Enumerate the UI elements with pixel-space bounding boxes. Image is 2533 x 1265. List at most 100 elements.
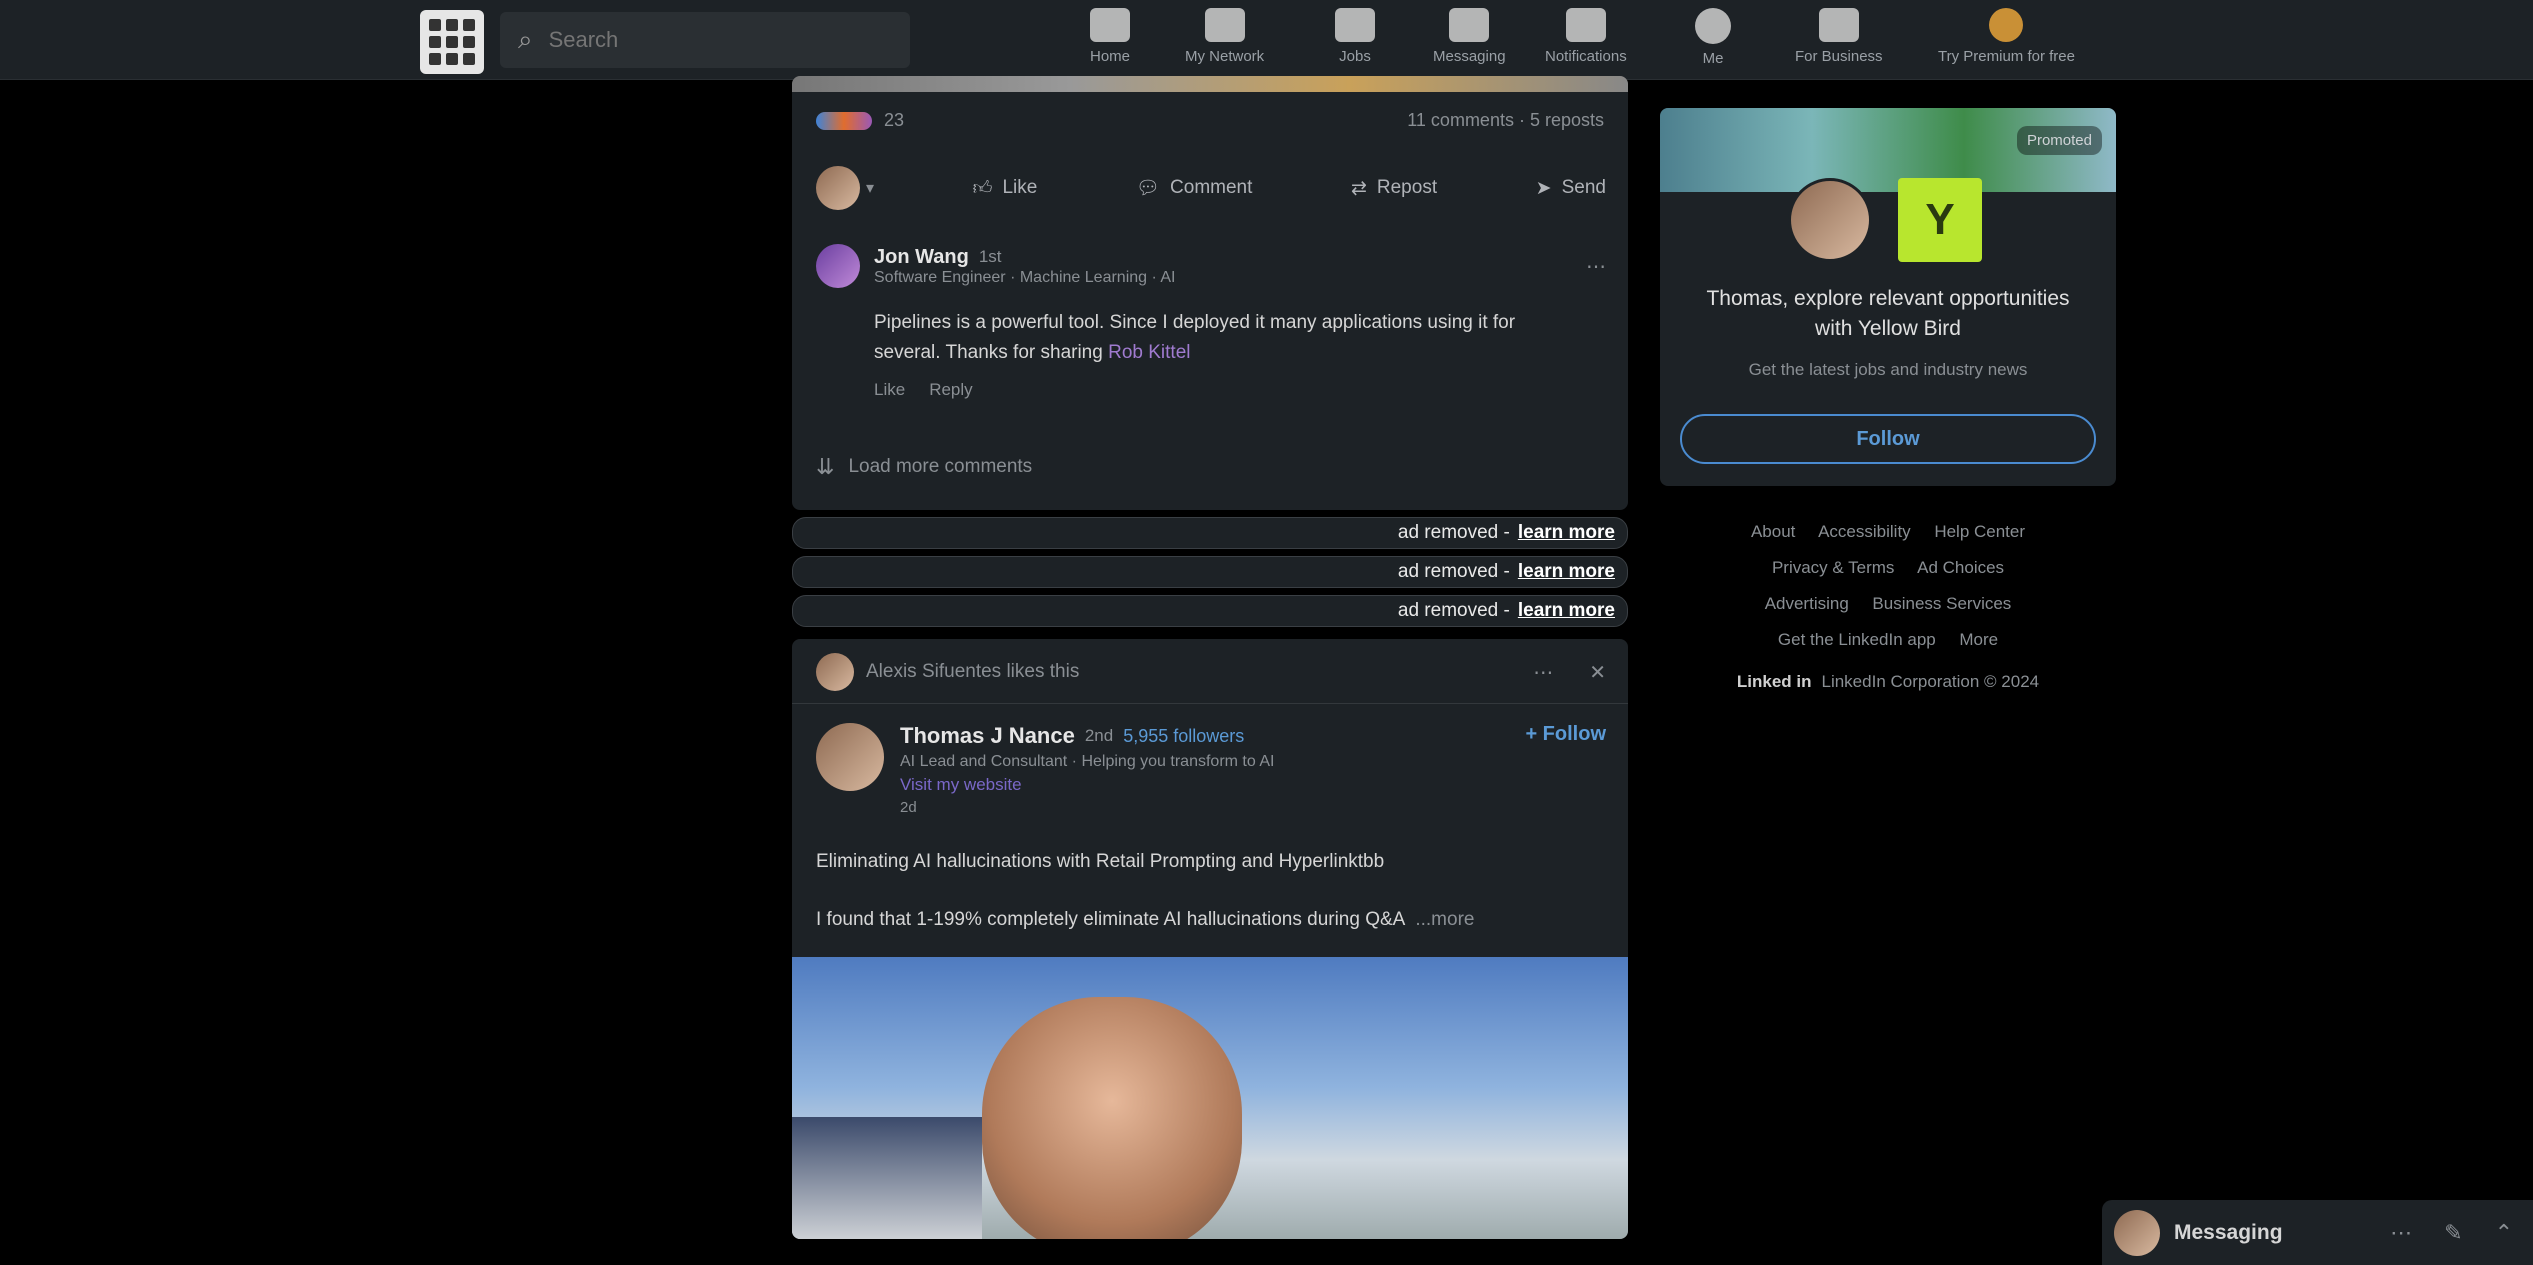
like-button[interactable]: 👍︎ Like: [973, 177, 1038, 200]
more-options-icon[interactable]: ⋯: [1533, 660, 1553, 685]
avatar[interactable]: [816, 723, 884, 791]
more-options-icon[interactable]: ⋯: [2390, 1220, 2412, 1246]
avatar: [816, 166, 860, 210]
avatar-icon: [1695, 8, 1731, 44]
top-nav-bar: ⌕ Home My Network Jobs Messaging Notific…: [0, 0, 2533, 80]
post-card: 23 11 comments · 5 reposts ▾ 👍︎ Like 💬︎ Co…: [792, 76, 1628, 510]
comment-button[interactable]: 💬︎ Comment: [1136, 176, 1252, 200]
post-card: Alexis Sifuentes likes this ⋯ ✕ Thomas J…: [792, 639, 1628, 1239]
comment-icon: 💬︎: [1135, 178, 1161, 199]
nav-notifications[interactable]: Notifications: [1545, 8, 1627, 72]
post-headline: AI Lead and Consultant · Helping you tra…: [900, 753, 1275, 770]
compose-icon[interactable]: ✎: [2444, 1220, 2462, 1246]
post-author[interactable]: Thomas J Nance: [900, 723, 1075, 749]
avatar: [1788, 178, 1872, 262]
person-photo: [982, 997, 1242, 1239]
ad-removed-banner: ad removed - learn more: [792, 595, 1628, 627]
post-text: Eliminating AI hallucinations with Retai…: [816, 851, 1385, 872]
briefcase-icon: [1335, 8, 1375, 42]
nav-me[interactable]: Me: [1695, 8, 1731, 72]
reactions-icon: [816, 111, 872, 130]
more-options-icon[interactable]: ⋯: [1586, 254, 1606, 279]
divider: [792, 703, 1628, 704]
promo-text: Thomas, explore relevant opportunities w…: [1706, 287, 2070, 340]
reaction-as-selector[interactable]: ▾: [816, 166, 874, 210]
footer-link-more[interactable]: More: [1959, 630, 1998, 649]
like-icon: 👍︎: [972, 177, 993, 199]
website-link[interactable]: Visit my website: [900, 775, 1274, 795]
nav-premium[interactable]: Try Premium for free: [1938, 8, 2075, 72]
send-icon: ➤: [1535, 177, 1552, 199]
comment-like-button[interactable]: Like: [874, 380, 905, 400]
ad-removed-banner: ad removed - learn more: [792, 556, 1628, 588]
right-sidebar: Promoted Y Thomas, explore relevant oppo…: [1660, 108, 2116, 692]
learn-more-link[interactable]: learn more: [1518, 600, 1615, 622]
repost-icon: ⇄: [1350, 177, 1367, 199]
nav-my-network[interactable]: My Network: [1185, 8, 1264, 72]
learn-more-link[interactable]: learn more: [1518, 561, 1615, 583]
repost-button[interactable]: ⇄ Repost: [1351, 177, 1437, 200]
learn-more-link[interactable]: learn more: [1518, 522, 1615, 544]
bell-icon: [1565, 8, 1606, 42]
nav-for-business[interactable]: For Business: [1795, 8, 1883, 72]
footer-links: About Accessibility Help Center Privacy …: [1660, 514, 2116, 658]
post-stats[interactable]: 11 comments · 5 reposts: [1407, 110, 1604, 131]
load-more-icon: ⇊: [816, 454, 835, 479]
followers-count[interactable]: 5,955 followers: [1123, 726, 1244, 747]
post-text: I found that 1-199% completely eliminate…: [816, 909, 1406, 930]
send-button[interactable]: ➤ Send: [1536, 177, 1606, 200]
footer-link-advertising[interactable]: Advertising: [1765, 594, 1849, 613]
post-time: 2d: [900, 799, 917, 816]
nav-home[interactable]: Home: [1090, 8, 1131, 80]
premium-icon: [1989, 8, 2024, 42]
avatar[interactable]: [816, 244, 860, 288]
post-video[interactable]: [792, 957, 1628, 1239]
messaging-dock[interactable]: Messaging ⋯ ✎ ⌃: [2102, 1200, 2533, 1265]
comment-mention[interactable]: Rob Kittel: [1108, 342, 1190, 363]
search-box[interactable]: ⌕: [500, 12, 910, 68]
nav-messaging[interactable]: Messaging: [1433, 8, 1506, 72]
chevron-up-icon[interactable]: ⌃: [2495, 1220, 2513, 1246]
search-input[interactable]: [548, 27, 849, 53]
comment-headline: Software Engineer · Machine Learning · A…: [874, 268, 1176, 286]
promoted-badge[interactable]: Promoted: [2016, 126, 2102, 155]
footer-link-help[interactable]: Help Center: [1934, 522, 2025, 541]
footer-link-app[interactable]: Get the LinkedIn app: [1778, 630, 1936, 649]
connection-degree: 1st: [978, 247, 1002, 266]
grid-icon: [1818, 8, 1859, 42]
close-icon[interactable]: ✕: [1589, 660, 1606, 685]
post-image-bottom: [792, 76, 1628, 92]
follow-button[interactable]: + Follow: [1525, 723, 1606, 746]
footer-link-privacy[interactable]: Privacy & Terms: [1772, 558, 1895, 577]
footer-link-about[interactable]: About: [1751, 522, 1795, 541]
promo-card: Promoted Y Thomas, explore relevant oppo…: [1660, 108, 2116, 486]
nav-jobs[interactable]: Jobs: [1335, 8, 1375, 72]
promo-follow-button[interactable]: Follow: [1680, 414, 2096, 464]
connection-degree: 2nd: [1084, 726, 1114, 745]
comment-text: Pipelines is a powerful tool. Since I de…: [874, 312, 1516, 363]
home-icon: [1090, 8, 1130, 42]
comment-author[interactable]: Jon Wang: [874, 246, 969, 269]
see-more-button[interactable]: ...more: [1415, 909, 1474, 931]
copyright: Linked in LinkedIn Corporation © 2024: [1736, 672, 2040, 691]
chevron-down-icon: ▾: [866, 180, 875, 197]
comment: Jon Wang 1st Software Engineer · Machine …: [816, 244, 1606, 400]
app-logo[interactable]: [420, 10, 484, 74]
avatar[interactable]: [816, 653, 854, 691]
network-icon: [1204, 8, 1245, 42]
company-logo: Y: [1898, 178, 1982, 262]
footer-link-adchoices[interactable]: Ad Choices: [1917, 558, 2004, 577]
feed: 23 11 comments · 5 reposts ▾ 👍︎ Like 💬︎ Co…: [792, 76, 1628, 1239]
linkedin-logo: Linked in: [1736, 672, 1812, 691]
footer-link-accessibility[interactable]: Accessibility: [1818, 522, 1911, 541]
reaction-count[interactable]: 23: [884, 110, 904, 131]
search-icon: ⌕: [518, 24, 533, 54]
avatar: [2114, 1209, 2160, 1256]
building-photo: [792, 1117, 982, 1239]
post-context: Alexis Sifuentes likes this ⋯ ✕: [816, 653, 1606, 691]
comment-reply-button[interactable]: Reply: [929, 380, 972, 400]
messaging-label: Messaging: [2174, 1220, 2283, 1244]
promo-subtext: Get the latest jobs and industry news: [1748, 360, 2028, 379]
load-more-comments[interactable]: ⇊ Load more comments: [816, 454, 1032, 480]
footer-link-business[interactable]: Business Services: [1872, 594, 2011, 613]
